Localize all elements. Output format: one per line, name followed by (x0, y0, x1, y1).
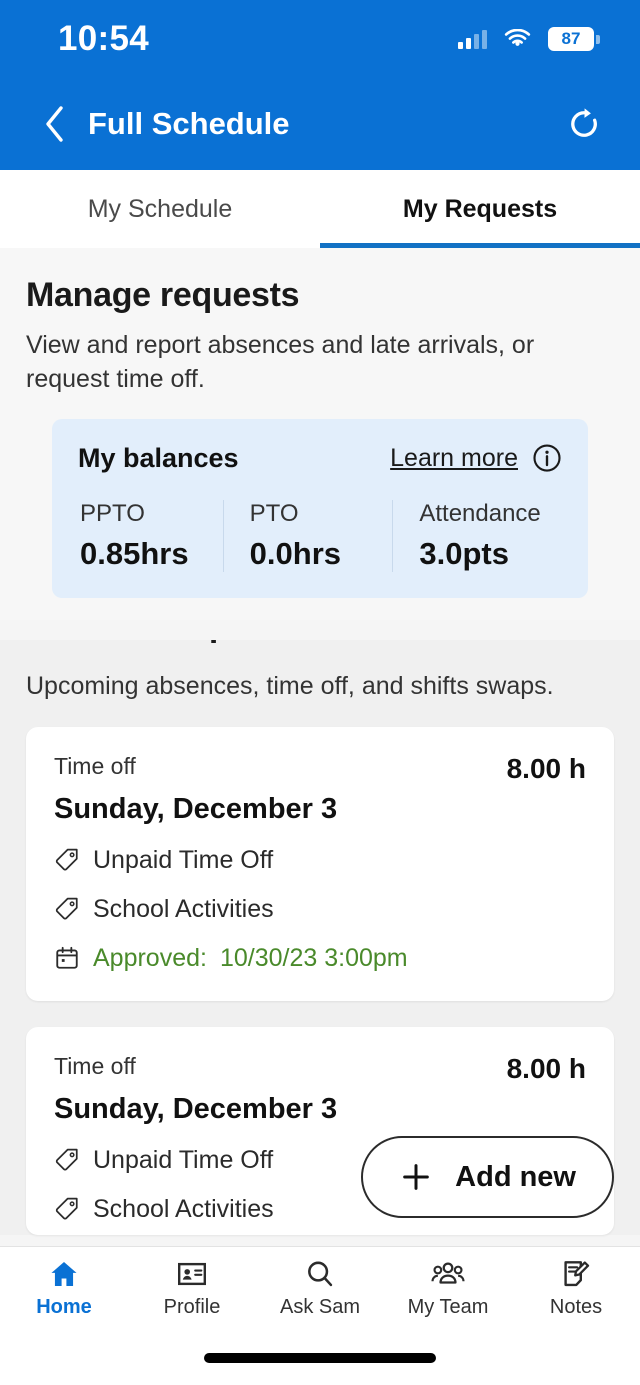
chevron-left-icon (46, 106, 63, 142)
search-icon (308, 1261, 333, 1287)
balance-attendance-value: 3.0pts (419, 535, 509, 571)
balances-title: My balances (78, 442, 239, 473)
note-pencil-icon (564, 1261, 590, 1287)
nav-item-ask-sam[interactable]: Ask Sam (256, 1258, 384, 1319)
intro-section: Manage requests View and report absences… (0, 248, 640, 620)
request-card-header: Time off 8.00 h (54, 753, 586, 785)
balance-ppto-label: PPTO (80, 499, 145, 527)
battery-level: 87 (561, 29, 581, 48)
request-tag-label: Unpaid Time Off (93, 845, 274, 874)
wifi-icon (504, 29, 531, 46)
request-card[interactable]: Time off 8.00 h Sunday, December 3 Unpai… (26, 726, 614, 1001)
nav-item-profile[interactable]: Profile (128, 1258, 256, 1319)
my-balances-card: My balances Learn more PPTO 0.85hrs PTO … (52, 418, 588, 598)
nav-item-notes-label: Notes (549, 1296, 603, 1318)
learn-more-link[interactable]: Learn more (390, 444, 518, 473)
add-new-button[interactable]: Add new (361, 1136, 614, 1218)
request-tag-row: School Activities (54, 895, 586, 924)
tag-icon (55, 1197, 78, 1220)
balance-pto-label: PTO (249, 499, 299, 527)
tag-icon (55, 897, 78, 920)
bottom-navigation: Home Profile Ask Sam My Team Notes (0, 1246, 640, 1330)
nav-item-profile-label: Profile (163, 1296, 221, 1318)
request-tag-row: Unpaid Time Off (54, 846, 586, 875)
nav-item-ask-sam-label: Ask Sam (279, 1296, 361, 1318)
refresh-icon (571, 108, 597, 137)
request-status-time: 10/30/23 3:00pm (219, 943, 408, 972)
request-date: Sunday, December 3 (54, 1092, 338, 1125)
info-circle-icon[interactable] (532, 443, 562, 473)
tab-my-requests-label: My Requests (402, 194, 558, 223)
manage-requests-subtitle: View and report absences and late arriva… (26, 331, 535, 393)
cellular-signal-icon (458, 29, 487, 49)
nav-item-my-team-label: My Team (407, 1296, 489, 1318)
request-card-header: Time off 8.00 h (54, 1053, 586, 1085)
balance-pto-value: 0.0hrs (249, 535, 342, 571)
back-button[interactable] (34, 105, 74, 143)
scroll-content[interactable]: Manage requests View and report absences… (0, 248, 640, 1246)
nav-item-notes[interactable]: Notes (512, 1258, 640, 1319)
nav-item-home[interactable]: Home (0, 1258, 128, 1319)
balance-pto: PTO 0.0hrs (222, 499, 393, 572)
calendar-icon (56, 946, 78, 969)
nav-item-home-label: Home (36, 1296, 92, 1318)
tag-icon (55, 848, 78, 871)
balance-attendance: Attendance 3.0pts (392, 499, 562, 572)
add-new-label: Add new (455, 1160, 576, 1193)
request-kind: Time off (54, 752, 136, 779)
refresh-button[interactable] (562, 106, 606, 142)
request-kind: Time off (54, 1052, 136, 1079)
balance-attendance-label: Attendance (419, 499, 541, 527)
tab-bar: My Schedule My Requests (0, 170, 640, 248)
balances-header: My balances Learn more (78, 443, 562, 474)
request-status-row: Approved: 10/30/23 3:00pm (54, 944, 586, 973)
phone-screen: 10:54 87 Full Schedule My Schedule My Re… (0, 0, 640, 1385)
tab-my-requests[interactable]: My Requests (320, 170, 640, 248)
request-tag-label: Unpaid Time Off (93, 1145, 274, 1174)
manage-requests-heading: Manage requests (26, 276, 300, 314)
request-tag-label: School Activities (93, 894, 274, 923)
id-card-icon (178, 1262, 207, 1286)
tag-icon (55, 1148, 78, 1171)
requests-heading-text: Requests (154, 640, 307, 645)
request-hours: 8.00 h (506, 752, 586, 784)
status-indicators: 87 (458, 27, 600, 51)
tab-my-schedule-label: My Schedule (87, 194, 233, 223)
tab-my-schedule[interactable]: My Schedule (0, 170, 320, 248)
app-header: Full Schedule (0, 78, 640, 170)
request-status-label: Approved: (93, 943, 207, 972)
learn-more-group[interactable]: Learn more (390, 443, 562, 473)
balance-ppto: PPTO 0.85hrs (78, 500, 223, 572)
balances-row: PPTO 0.85hrs PTO 0.0hrs Attendance 3.0pt… (78, 499, 562, 572)
home-indicator-area (0, 1330, 640, 1385)
request-tag-label: School Activities (93, 1194, 274, 1223)
home-indicator[interactable] (204, 1353, 436, 1363)
requests-heading-clipped: Requests (26, 640, 614, 662)
home-icon (51, 1262, 77, 1286)
request-date: Sunday, December 3 (54, 792, 338, 825)
people-group-icon (431, 1262, 465, 1284)
page-title: Full Schedule (88, 106, 290, 141)
status-bar: 10:54 87 (0, 0, 640, 78)
status-clock: 10:54 (58, 19, 150, 58)
requests-subtitle: Upcoming absences, time off, and shifts … (26, 671, 554, 700)
nav-item-my-team[interactable]: My Team (384, 1258, 512, 1319)
request-hours: 8.00 h (506, 1052, 586, 1084)
battery-icon: 87 (548, 27, 600, 51)
plus-icon (403, 1164, 429, 1190)
balance-ppto-value: 0.85hrs (80, 535, 189, 571)
